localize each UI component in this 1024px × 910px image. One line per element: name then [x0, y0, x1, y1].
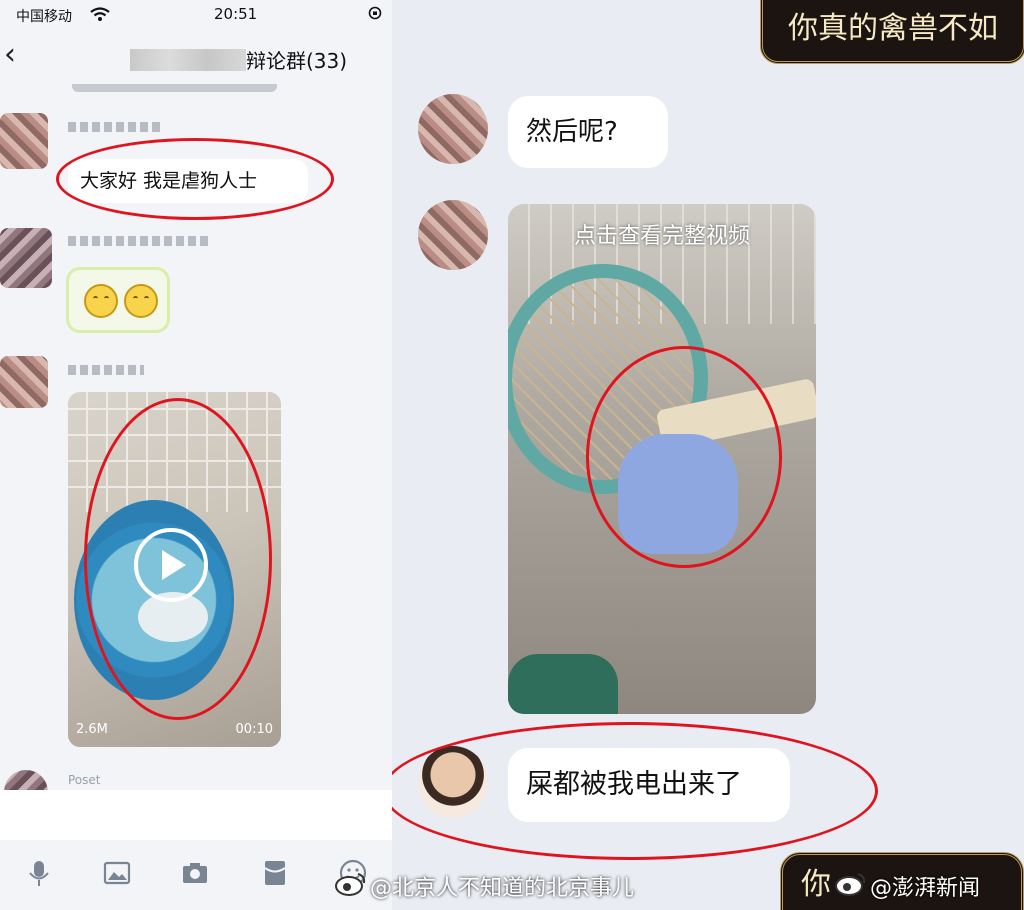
redacted-sender-name [68, 236, 208, 246]
message-bubble[interactable]: 然后呢? [508, 96, 668, 168]
previous-message-edge [72, 84, 277, 92]
camera-icon[interactable] [180, 858, 210, 888]
highlight-circle [84, 398, 272, 720]
avatar[interactable] [0, 113, 48, 169]
sender-name: Poset [68, 773, 101, 787]
redacted-group-name [130, 48, 246, 71]
highlight-circle [392, 722, 878, 860]
watermark: @北京人不知道的北京事儿 [370, 876, 635, 901]
left-chat-screenshot: 中国移动 20:51 ‹ 辩论群(33) 大家好 我是虐狗人士 2.6M 00:… [0, 0, 392, 910]
lock-rotation-icon [368, 6, 382, 20]
video-overlay-text: 点击查看完整视频 [573, 224, 750, 249]
watermark: @澎湃新闻 [870, 876, 981, 901]
slipper [508, 654, 618, 714]
image-icon[interactable] [102, 858, 132, 888]
right-chat-screenshot: 你真的禽兽不如 然后呢? 点击查看完整视频 屎都被我电出来了 你 [392, 0, 1024, 910]
smile-emoji-icon [124, 284, 158, 318]
carrier-label: 中国移动 [16, 9, 72, 25]
avatar[interactable] [418, 200, 488, 270]
weibo-icon [335, 873, 366, 896]
message-input[interactable] [0, 790, 392, 840]
redacted-sender-name [68, 122, 160, 132]
chat-header: ‹ 辩论群(33) [0, 30, 392, 86]
avatar[interactable] [418, 94, 488, 164]
emoji-message-bubble[interactable] [66, 267, 170, 333]
status-bar: 中国移动 20:51 [0, 0, 392, 30]
avatar[interactable] [0, 356, 48, 408]
back-arrow-icon[interactable]: ‹ [4, 40, 16, 70]
redpacket-icon[interactable] [260, 858, 290, 888]
smile-emoji-icon [84, 284, 118, 318]
avatar[interactable] [4, 770, 48, 792]
caption-banner: 你真的禽兽不如 [760, 0, 1024, 64]
wifi-icon [90, 7, 110, 21]
microphone-icon[interactable] [24, 858, 54, 888]
redacted-sender-name [68, 365, 144, 375]
video-duration: 00:10 [235, 722, 273, 737]
avatar[interactable] [0, 228, 52, 288]
chat-title: 辩论群(33) [130, 45, 347, 75]
weibo-icon [835, 873, 866, 896]
highlight-circle [56, 138, 334, 220]
clock: 20:51 [214, 5, 258, 23]
video-size: 2.6M [76, 722, 108, 737]
highlight-circle [586, 346, 782, 568]
chat-title-text: 辩论群(33) [246, 49, 348, 73]
